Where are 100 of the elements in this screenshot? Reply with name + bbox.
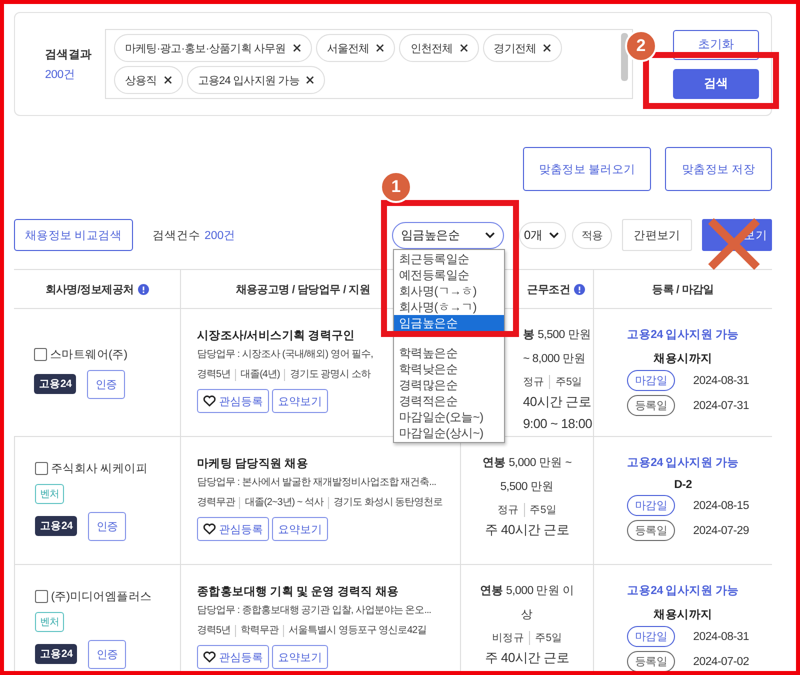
date-text: 2024-08-31 <box>693 630 749 642</box>
date-label: 등록일 <box>627 395 676 416</box>
count-label: 검색건수 <box>152 228 200 242</box>
checkbox[interactable] <box>34 348 47 360</box>
filter-field[interactable]: 마케팅·광고·홍보·상품기획 사무원 서울전체 인천전체 경기전체 상용직 고용24 입사지원 가능 <box>105 29 633 99</box>
work-term: 비정규 <box>492 631 524 645</box>
certified-label: 인증 <box>87 370 125 398</box>
sort-option[interactable]: 최근등록일순 <box>394 251 504 267</box>
chevron-icon <box>485 232 495 238</box>
job-detail: 경력5년 <box>197 624 231 638</box>
close-icon[interactable] <box>306 76 314 84</box>
sort-option[interactable]: 예전등록일순 <box>394 267 504 283</box>
venture-tag: 벤처 <box>35 484 64 504</box>
compare-button[interactable]: 채용정보 비교검색 <box>14 219 132 251</box>
apply-button[interactable]: 적용 <box>572 222 612 248</box>
deadline-text: 채용시까지 <box>654 352 712 366</box>
save-preset-button[interactable]: 맞춤정보 저장 <box>665 147 772 191</box>
job-title[interactable]: 마케팅 담당직원 채용 <box>197 458 308 470</box>
job-title[interactable]: 종합홍보대행 기획 및 운영 경력직 채용 <box>197 586 399 598</box>
date-label: 등록일 <box>627 651 676 671</box>
company-name[interactable]: (주)미디어엠플러스 <box>51 588 152 604</box>
source-label: 고용24 <box>35 516 78 536</box>
sort-option[interactable]: 경력적은순 <box>394 393 504 409</box>
heart-icon <box>203 651 216 663</box>
job-detail: 대졸(4년) <box>234 368 280 380</box>
duty-text: 담당업무 : 시장조사 (국내/해외) 영어 필수, <box>197 348 373 361</box>
source-label: 고용24 <box>35 644 78 664</box>
job-detail: 학력무관 <box>234 624 279 636</box>
filter-chip[interactable]: 고용24 입사지원 가능 <box>186 66 326 94</box>
date-text: 2024-08-15 <box>693 500 749 512</box>
result-count: 200건 <box>45 68 76 82</box>
certified-label: 인증 <box>88 640 126 668</box>
summary-button[interactable]: 요약보기 <box>272 517 328 541</box>
summary-button[interactable]: 요약보기 <box>272 389 328 413</box>
date-label: 마감일 <box>627 626 676 647</box>
checkbox[interactable] <box>35 590 48 602</box>
count-value: 200건 <box>204 228 236 242</box>
step-marker: 2 <box>625 30 657 62</box>
load-preset-button[interactable]: 맞춤정보 불러오기 <box>523 147 651 191</box>
sort-option[interactable]: 임금높은순 <box>394 315 504 331</box>
interest-button[interactable]: 관심등록 <box>197 389 269 413</box>
column-header: 채용공고명 / 담당업무 / 지원 <box>236 282 370 296</box>
apply-status[interactable]: 고용24 입사지원 가능 <box>627 327 739 342</box>
company-name[interactable]: 스마트웨어(주) <box>50 346 128 362</box>
scrollbar[interactable] <box>621 33 628 81</box>
interest-button[interactable]: 관심등록 <box>197 645 269 669</box>
sort-option[interactable]: 경력많은순 <box>394 377 504 393</box>
step-marker: 1 <box>380 171 412 203</box>
work-term: 주5일 <box>549 375 582 389</box>
apply-status[interactable]: 고용24 입사지원 가능 <box>627 583 739 598</box>
interest-button[interactable]: 관심등록 <box>197 517 269 541</box>
heart-icon <box>203 395 216 407</box>
close-icon[interactable] <box>543 44 552 52</box>
hours-text: 40시간 근로 <box>523 393 591 411</box>
sort-option[interactable]: 회사명(ㄱ→ㅎ) <box>394 283 504 299</box>
filter-chip[interactable]: 서울전체 <box>316 34 396 62</box>
salary-text: 봉 5,500 만원 ~ 8,000 만원 <box>523 328 592 367</box>
date-label: 마감일 <box>627 370 676 391</box>
job-title[interactable]: 시장조사/서비스기획 경력구인 <box>197 330 355 342</box>
column-header: 회사명/정보제공처 <box>45 282 134 296</box>
hours-text: 주 40시간 근로 <box>485 521 569 539</box>
summary-button[interactable]: 요약보기 <box>272 645 328 669</box>
job-detail: 경기도 광명시 소하 <box>284 368 370 380</box>
sort-option[interactable]: 학력높은순 <box>394 345 504 361</box>
sort-option[interactable]: 학력낮은순 <box>394 361 504 377</box>
date-text: 2024-07-31 <box>693 400 749 412</box>
date-label: 마감일 <box>627 495 676 516</box>
salary-text: 연봉 5,000 만원 이상 <box>479 584 575 623</box>
venture-tag: 벤처 <box>35 612 64 632</box>
filter-chip[interactable]: 마케팅·광고·홍보·상품기획 사무원 <box>114 34 312 62</box>
date-label: 등록일 <box>627 520 676 541</box>
checkbox[interactable] <box>35 462 48 474</box>
page-size-select[interactable]: 0개 <box>519 222 566 248</box>
chevron-icon <box>549 232 559 238</box>
apply-status[interactable]: 고용24 입사지원 가능 <box>627 455 739 470</box>
close-icon[interactable] <box>460 44 468 52</box>
search-button[interactable]: 검색 <box>673 68 759 98</box>
simple-view-button[interactable]: 간편보기 <box>622 219 692 251</box>
filter-chip[interactable]: 경기전체 <box>482 34 562 62</box>
close-icon[interactable] <box>376 44 384 52</box>
date-text: 2024-08-31 <box>693 374 749 386</box>
filter-chip[interactable]: 인천전체 <box>399 34 479 62</box>
job-detail: 경기도 화성시 동탄영천로 <box>328 496 443 508</box>
company-name[interactable]: 주식회사 씨케이피 <box>51 460 148 476</box>
column-header: 근무조건 <box>527 282 570 296</box>
sort-option[interactable]: 마감일순(상시~) <box>394 425 504 441</box>
close-icon[interactable] <box>164 76 172 84</box>
work-term: 정규 <box>523 375 544 389</box>
column-header: 등록 / 마감일 <box>652 282 714 296</box>
source-label: 고용24 <box>34 374 76 394</box>
work-term: 주5일 <box>529 631 562 645</box>
close-icon[interactable] <box>292 44 301 52</box>
heart-icon <box>203 523 216 535</box>
job-detail: 서울특별시 영등포구 영신로42길 <box>282 624 427 636</box>
duty-text: 담당업무 : 종합홍보대행 공기관 입찰, 사업분야는 온오... <box>197 604 432 617</box>
sort-option[interactable]: 마감일순(오늘~) <box>394 409 504 425</box>
deadline-text: D-2 <box>674 479 692 491</box>
sort-option[interactable]: 회사명(ㅎ→ㄱ) <box>394 299 504 315</box>
job-detail: 대졸(2~3년) ~ 석사 <box>239 496 324 508</box>
filter-chip[interactable]: 상용직 <box>114 66 183 94</box>
